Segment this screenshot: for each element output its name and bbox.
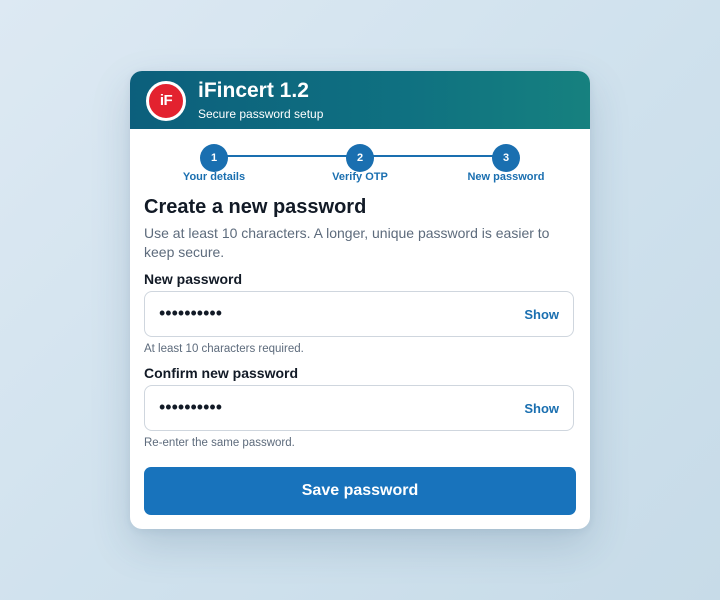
step-1-marker: 1 xyxy=(200,144,228,172)
step-2-marker: 2 xyxy=(346,144,374,172)
intro-text: Use at least 10 characters. A longer, un… xyxy=(144,225,550,260)
confirm-password-hint: Re-enter the same password. xyxy=(144,437,295,449)
step-connector-1-2 xyxy=(214,155,360,157)
step-1-label: Your details xyxy=(182,171,246,183)
app-subtitle: Secure password setup xyxy=(198,107,324,121)
new-password-label: New password xyxy=(144,271,243,287)
password-setup-card: iF iFincert 1.2 Secure password setup 1 … xyxy=(130,71,590,529)
new-password-hint: At least 10 characters required. xyxy=(144,343,304,355)
save-password-button[interactable]: Save password xyxy=(144,467,576,515)
confirm-password-value: •••••••••• xyxy=(159,397,223,417)
app-title: iFincert 1.2 xyxy=(198,79,309,102)
confirm-password-label: Confirm new password xyxy=(144,365,299,381)
new-password-input[interactable]: •••••••••• Show xyxy=(144,291,574,337)
confirm-password-input[interactable]: •••••••••• Show xyxy=(144,385,574,431)
new-password-show-toggle[interactable]: Show xyxy=(524,307,559,322)
step-2-label: Verify OTP xyxy=(332,171,388,183)
app-logo: iF xyxy=(146,81,186,121)
card-header: iF iFincert 1.2 Secure password setup xyxy=(130,71,590,129)
step-connector-2-3 xyxy=(360,155,506,157)
step-3-label: New password xyxy=(467,171,545,183)
confirm-password-show-toggle[interactable]: Show xyxy=(524,401,559,416)
page-title: Create a new password xyxy=(144,196,367,218)
new-password-value: •••••••••• xyxy=(159,303,223,323)
step-3-marker: 3 xyxy=(492,144,520,172)
